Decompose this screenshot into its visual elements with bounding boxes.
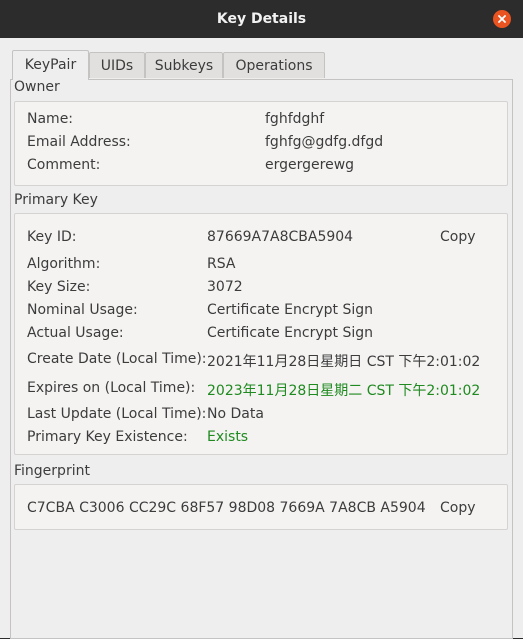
create-date-label: Create Date (Local Time): — [27, 351, 207, 367]
email-value: fghfg@gdfg.dfgd — [265, 134, 384, 150]
fingerprint-value: C7CBA C3006 CC29C 68F57 98D08 7669A 7A8C… — [27, 500, 426, 516]
close-button[interactable] — [493, 10, 511, 28]
last-update-label: Last Update (Local Time): — [27, 406, 207, 422]
comment-value: ergergerewg — [265, 157, 355, 173]
title-bar: Key Details — [0, 0, 523, 38]
actual-usage-value: Certificate Encrypt Sign — [207, 325, 373, 341]
tab-operations[interactable]: Operations — [223, 52, 325, 78]
algorithm-label: Algorithm: — [27, 256, 101, 272]
tab-subkeys[interactable]: Subkeys — [145, 52, 223, 78]
nominal-usage-label: Nominal Usage: — [27, 302, 138, 318]
tab-keypair[interactable]: KeyPair — [12, 50, 89, 80]
fingerprint-group: C7CBA C3006 CC29C 68F57 98D08 7669A 7A8C… — [14, 484, 508, 530]
dialog-body: KeyPair UIDs Subkeys Operations Owner Na… — [0, 38, 523, 639]
key-size-label: Key Size: — [27, 279, 91, 295]
key-id-value: 87669A7A8CBA5904 — [207, 229, 354, 245]
create-date-value: 2021年11月28日星期日 CST 下午2:01:02 — [207, 354, 481, 370]
email-label: Email Address: — [27, 134, 131, 150]
key-id-label: Key ID: — [27, 229, 77, 245]
name-label: Name: — [27, 111, 74, 127]
expires-label: Expires on (Local Time): — [27, 380, 196, 396]
fingerprint-heading: Fingerprint — [14, 463, 90, 479]
primary-key-heading: Primary Key — [14, 192, 98, 208]
expires-value: 2023年11月28日星期二 CST 下午2:01:02 — [207, 383, 481, 399]
existence-label: Primary Key Existence: — [27, 429, 188, 445]
key-size-value: 3072 — [207, 279, 243, 295]
copy-fingerprint-button[interactable]: Copy — [440, 500, 476, 516]
copy-key-id-button[interactable]: Copy — [440, 229, 476, 245]
primary-key-group: Key ID: 87669A7A8CBA5904 Copy Algorithm:… — [14, 213, 508, 455]
tab-uids[interactable]: UIDs — [89, 52, 145, 78]
actual-usage-label: Actual Usage: — [27, 325, 124, 341]
owner-heading: Owner — [14, 79, 60, 95]
algorithm-value: RSA — [207, 256, 236, 272]
last-update-value: No Data — [207, 406, 264, 422]
nominal-usage-value: Certificate Encrypt Sign — [207, 302, 373, 318]
name-value: fghfdghf — [265, 111, 325, 127]
existence-value: Exists — [207, 429, 249, 445]
owner-group: Name: fghfdghf Email Address: fghfg@gdfg… — [14, 101, 508, 186]
window-title: Key Details — [216, 11, 307, 27]
comment-label: Comment: — [27, 157, 101, 173]
close-icon — [498, 15, 506, 23]
